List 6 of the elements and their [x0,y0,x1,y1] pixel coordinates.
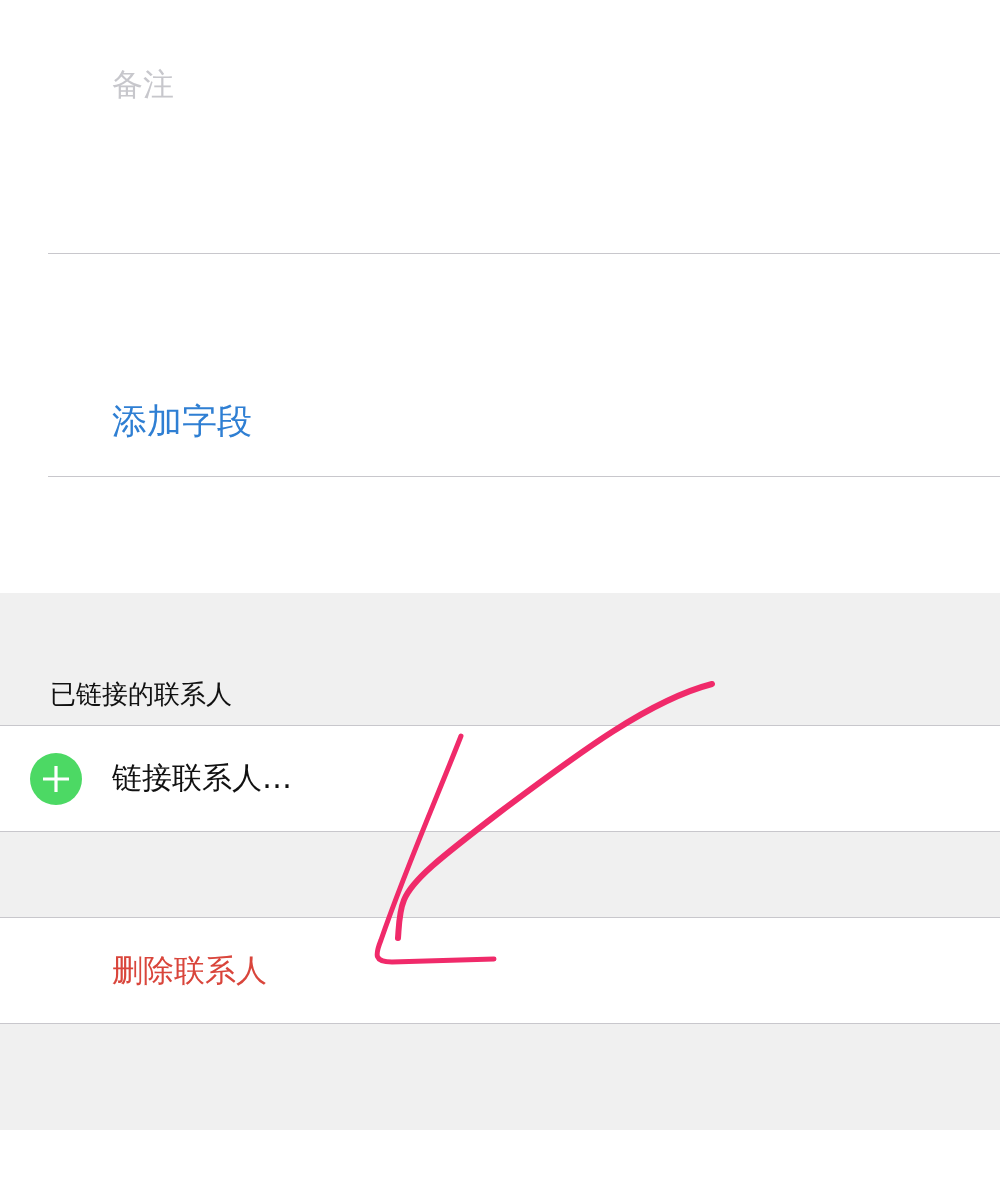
section-header: 已链接的联系人 [50,678,232,711]
plus-icon [30,752,82,805]
link-contact-button[interactable]: 链接联系人… [0,725,1000,832]
add-field-button[interactable]: 添加字段 [112,399,252,443]
notes-field[interactable]: 备注 [112,62,932,222]
delete-contact-button[interactable]: 删除联系人 [0,917,1000,1024]
